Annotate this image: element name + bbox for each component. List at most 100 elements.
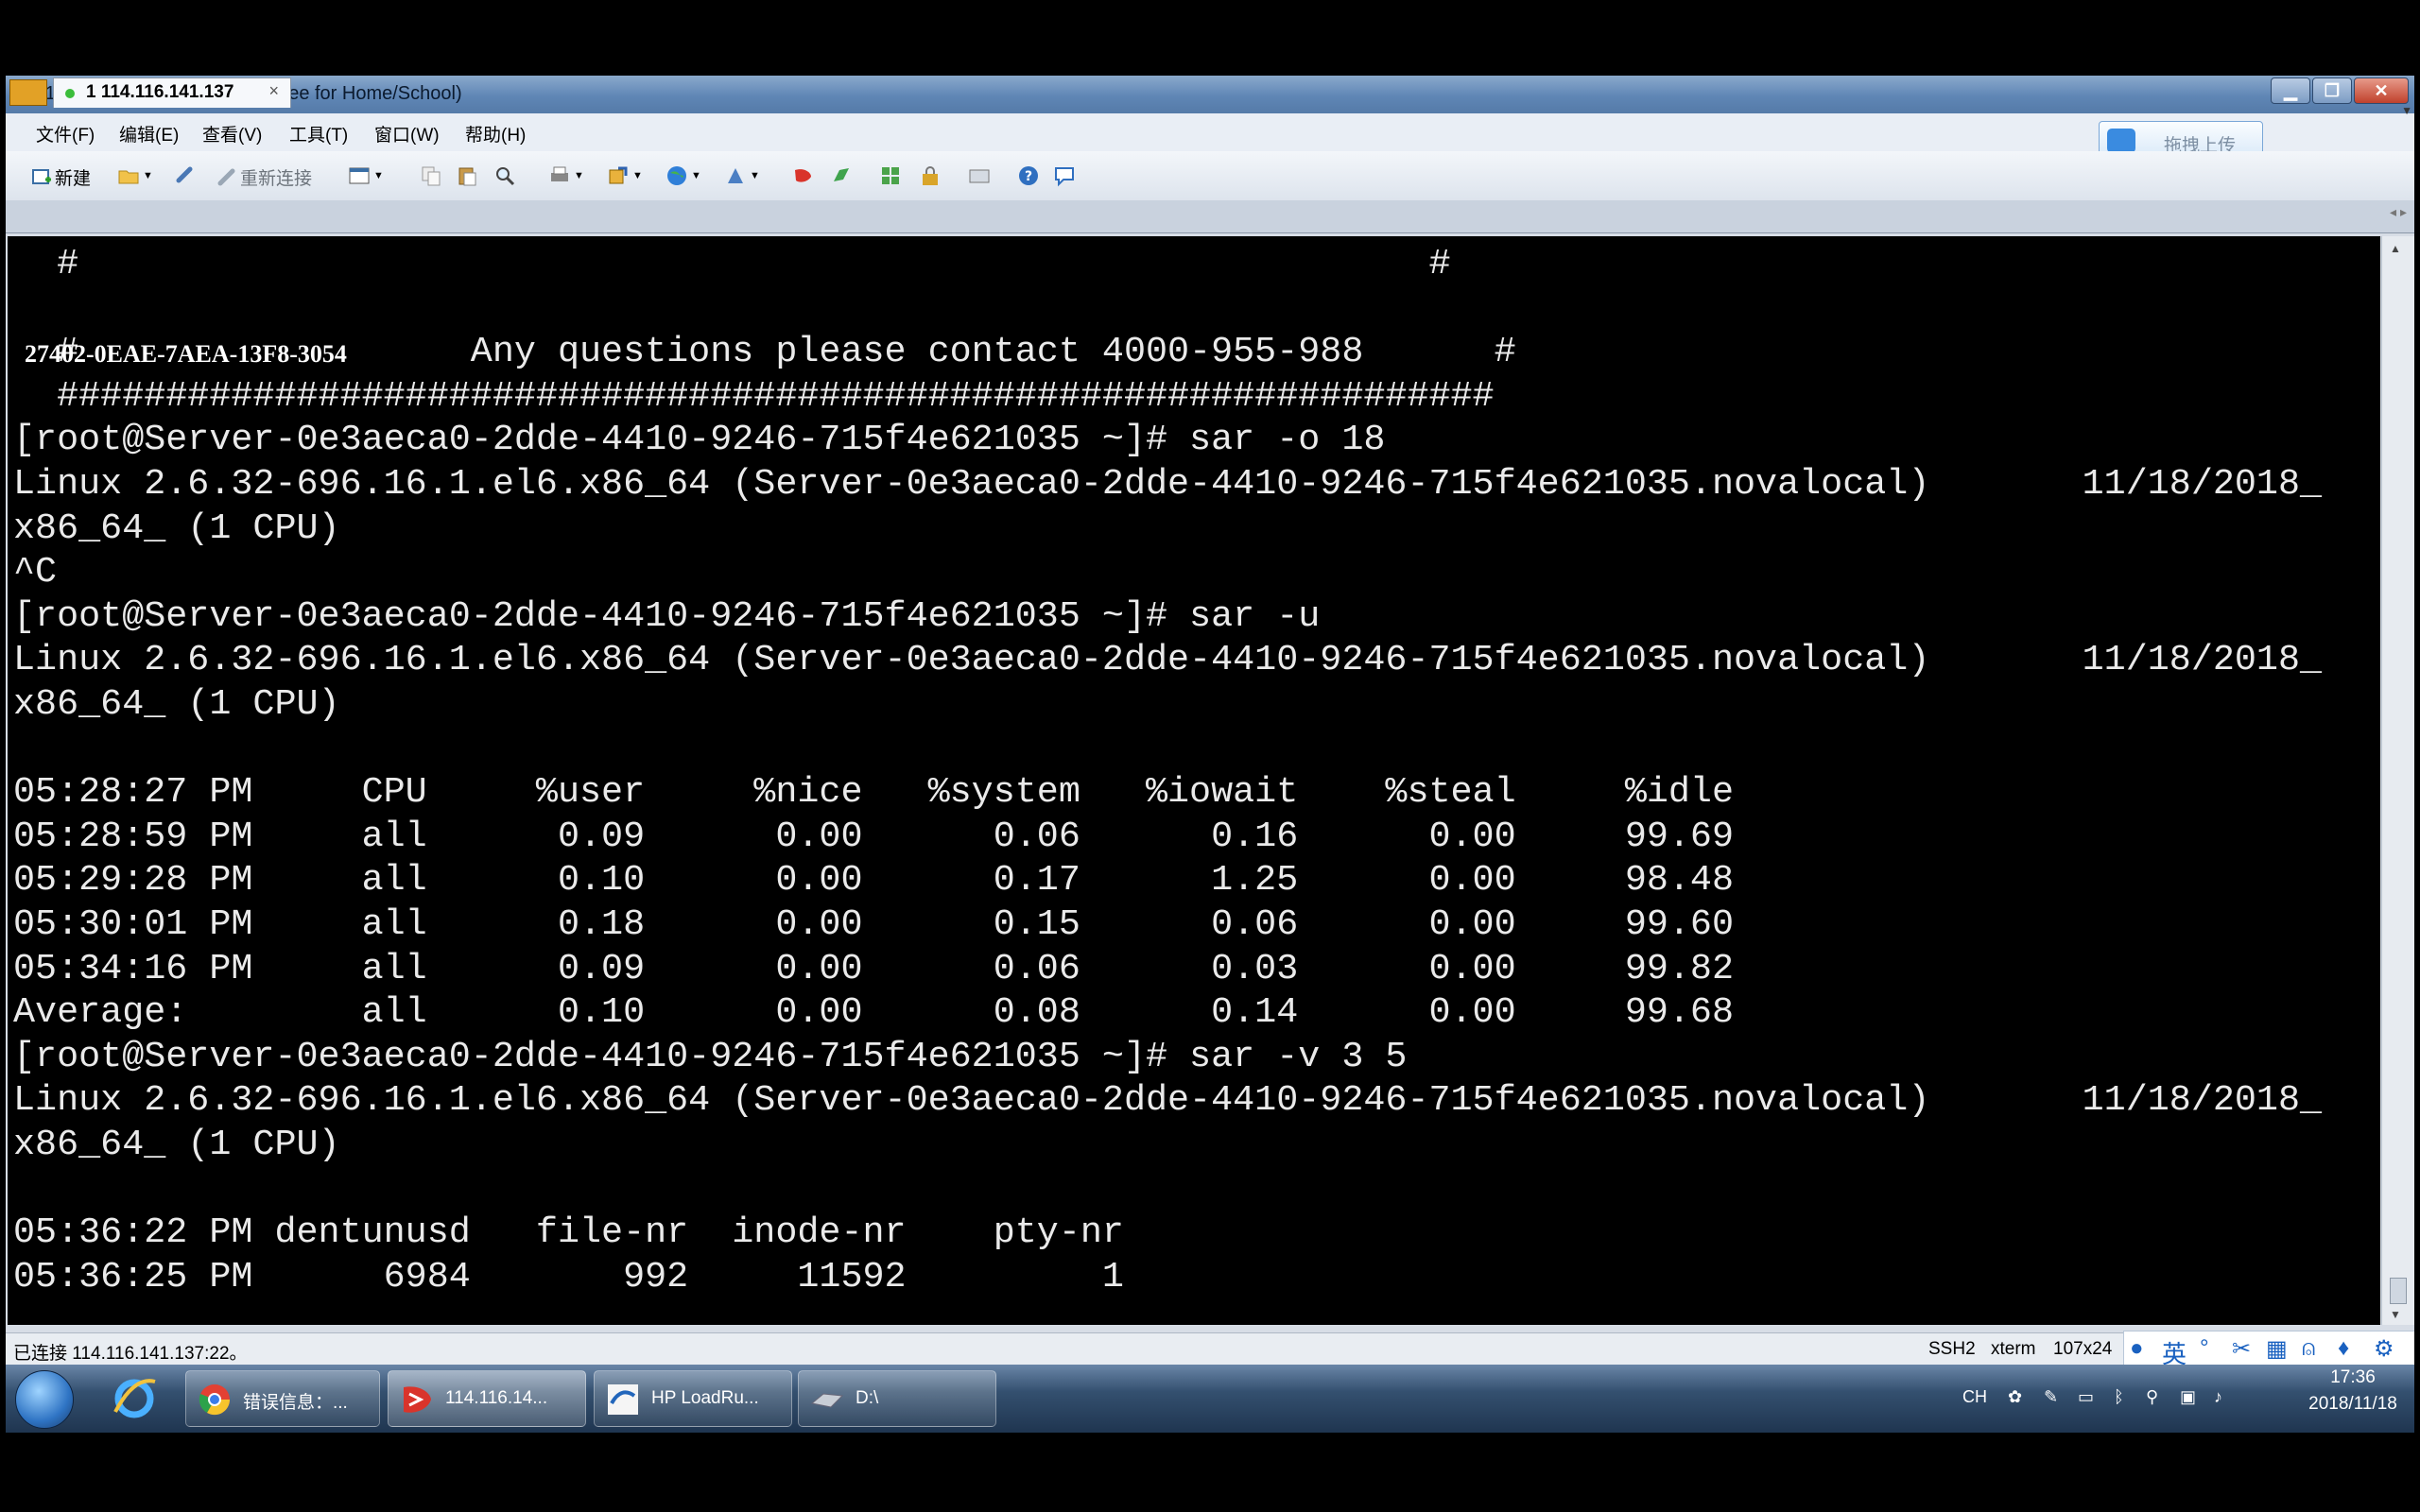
menu-window[interactable]: 窗口(W): [374, 121, 440, 146]
terminal-line: x86_64_ (1 CPU): [13, 682, 340, 725]
print-button[interactable]: ▼: [548, 164, 584, 189]
taskbar-clock[interactable]: 17:36 2018/11/18: [2301, 1365, 2405, 1418]
toolbar: 新建 ▼ 重新连接 ▼ ▼ ▼ ▼ ▼ ?: [6, 151, 2414, 200]
tray-cloud-icon[interactable]: ✿: [2008, 1387, 2022, 1407]
transfer-button[interactable]: ▼: [607, 164, 643, 189]
menu-edit[interactable]: 编辑(E): [119, 121, 179, 146]
ime-keyboard-icon[interactable]: ▦: [2266, 1335, 2288, 1363]
scroll-down-icon[interactable]: ▼: [2390, 1308, 2401, 1321]
copy-icon: [422, 166, 441, 186]
new-session-icon: [32, 168, 51, 184]
layout-button[interactable]: [879, 164, 902, 189]
properties-button[interactable]: ▼: [348, 164, 384, 189]
terminal-line: [root@Server-0e3aeca0-2dde-4410-9246-715…: [13, 419, 1386, 461]
keyboard-button[interactable]: ▼: [724, 164, 760, 189]
find-icon: [496, 167, 515, 186]
taskbar-explorer[interactable]: D:\: [798, 1370, 996, 1427]
ime-scissors-icon[interactable]: ✂: [2232, 1335, 2251, 1363]
tray-network-icon[interactable]: ⚲: [2146, 1387, 2158, 1407]
tray-pen-icon[interactable]: ✎: [2044, 1387, 2058, 1407]
paste-icon: [458, 167, 476, 186]
tray-lang[interactable]: CH: [1962, 1387, 1987, 1407]
terminal-line: ########################################…: [13, 374, 1495, 417]
ime-logo-icon: ●: [2130, 1335, 2144, 1361]
new-session-button[interactable]: 新建: [30, 164, 91, 189]
terminal-line: x86_64_ (1 CPU): [13, 1123, 340, 1165]
tray-display-icon[interactable]: ▭: [2078, 1387, 2094, 1407]
menu-tools[interactable]: 工具(T): [289, 121, 348, 146]
taskbar-chrome[interactable]: 错误信息：...: [185, 1370, 380, 1427]
taskbar-explorer-label: D:\: [856, 1388, 879, 1408]
start-orb-icon[interactable]: [15, 1370, 74, 1429]
globe-icon: [667, 166, 686, 185]
terminal-scrollbar[interactable]: ▲ ▼: [2381, 236, 2414, 1325]
tab-session-1[interactable]: 1 114.116.141.137 ×: [53, 77, 291, 108]
terminal-line: Linux 2.6.32-696.16.1.el6.x86_64 (Server…: [13, 462, 2323, 505]
connection-status: 已连接 114.116.141.137:22。: [13, 1344, 248, 1364]
toolbar-overflow-icon[interactable]: ▼: [2401, 104, 2412, 117]
print-icon: [551, 166, 568, 181]
reconnect-button[interactable]: 重新连接: [216, 164, 312, 189]
xshell-window: 114.116.141.137 - Xshell 4 (Free for Hom…: [6, 76, 2414, 1433]
terminal-line: # Any questions please contact 4000-955-…: [13, 331, 1516, 373]
tab-label: 1 114.116.141.137: [86, 82, 234, 102]
compose-button[interactable]: [968, 164, 991, 189]
maximize-button[interactable]: ❐: [2312, 77, 2352, 104]
loadrunner-icon: [608, 1384, 638, 1415]
ime-punct-icon[interactable]: °: [2200, 1335, 2209, 1362]
terminal-size-status: 107x24: [2053, 1339, 2113, 1359]
minimize-button[interactable]: ▁: [2271, 77, 2310, 104]
reconnect-label: 重新连接: [240, 169, 313, 189]
ime-settings-icon[interactable]: ⚙: [2374, 1335, 2394, 1363]
tab-bar: [6, 200, 2414, 233]
help-button[interactable]: ?: [1017, 164, 1040, 189]
terminal-type-status: xterm: [1991, 1339, 2036, 1359]
link-button[interactable]: [174, 164, 197, 189]
lock-icon: [923, 166, 938, 185]
close-button[interactable]: ✕: [2354, 77, 2409, 104]
tab-nav-arrows[interactable]: ◂ ▸: [2390, 204, 2407, 220]
terminal-line: 05:28:59 PM all 0.09 0.00 0.06 0.16 0.00…: [13, 815, 1735, 857]
reconnect-icon: [217, 168, 235, 185]
terminal[interactable]: # # # Any questions please contact 4000-…: [8, 236, 2380, 1325]
open-button[interactable]: ▼: [117, 164, 153, 189]
session-manager-icon[interactable]: [9, 79, 47, 106]
globe-button[interactable]: ▼: [666, 164, 701, 189]
menu-help[interactable]: 帮助(H): [465, 121, 526, 146]
ime-toolbar[interactable]: ● 英 ° ✂ ▦ ⍝ ♦ ⚙: [2123, 1331, 2414, 1368]
ime-user-icon[interactable]: ⍝: [2302, 1335, 2315, 1362]
menu-file[interactable]: 文件(F): [36, 121, 95, 146]
menu-view[interactable]: 查看(V): [202, 121, 262, 146]
terminal-line: [root@Server-0e3aeca0-2dde-4410-9246-715…: [13, 1035, 1408, 1077]
protocol-status: SSH2: [1928, 1339, 1976, 1359]
keyboard-icon: [728, 168, 743, 183]
xmanager-button[interactable]: [830, 164, 853, 189]
taskbar-xshell-label: 114.116.14...: [445, 1388, 548, 1408]
properties-icon: [349, 167, 370, 184]
tray-volume-icon[interactable]: ♪: [2214, 1387, 2222, 1407]
chat-icon: [1055, 167, 1074, 187]
ime-skin-icon[interactable]: ♦: [2338, 1335, 2349, 1362]
scrollbar-thumb[interactable]: [2390, 1278, 2407, 1304]
transfer-icon: [609, 166, 628, 184]
lock-button[interactable]: [919, 164, 942, 189]
xftp-button[interactable]: [792, 164, 815, 189]
chat-button[interactable]: [1053, 164, 1076, 189]
tray-monitor-icon[interactable]: ▣: [2180, 1387, 2196, 1407]
taskbar-loadrunner-label: HP LoadRu...: [651, 1388, 759, 1408]
title-bar[interactable]: 114.116.141.137 - Xshell 4 (Free for Hom…: [6, 76, 2414, 113]
terminal-line: 05:30:01 PM all 0.18 0.00 0.15 0.06 0.00…: [13, 902, 1735, 945]
find-button[interactable]: [493, 164, 516, 189]
taskbar-xshell[interactable]: 114.116.14...: [388, 1370, 586, 1427]
tab-close-button[interactable]: ×: [268, 81, 279, 101]
copy-button[interactable]: [420, 164, 442, 189]
xftp-icon: [795, 169, 811, 182]
cloud-upload-icon: [2107, 129, 2135, 153]
scroll-up-icon[interactable]: ▲: [2390, 242, 2401, 255]
ie-icon[interactable]: [108, 1372, 161, 1425]
taskbar-loadrunner[interactable]: HP LoadRu...: [594, 1370, 792, 1427]
tray-bluetooth-icon[interactable]: ᛒ: [2114, 1387, 2124, 1407]
help-icon: ?: [1019, 166, 1038, 185]
terminal-line: 05:29:28 PM all 0.10 0.00 0.17 1.25 0.00…: [13, 859, 1735, 902]
paste-button[interactable]: [456, 164, 478, 189]
